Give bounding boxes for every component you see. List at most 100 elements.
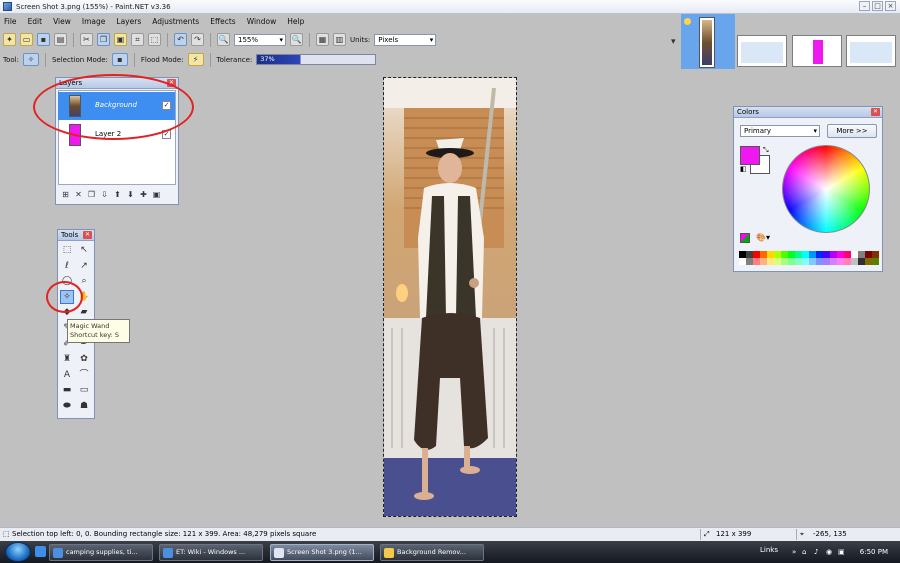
palette-swatch[interactable] — [851, 258, 858, 265]
palette-swatch[interactable] — [739, 258, 746, 265]
palette-swatch[interactable] — [795, 258, 802, 265]
palette-swatch[interactable] — [795, 251, 802, 258]
deselect-icon[interactable]: ⬚ — [148, 33, 161, 46]
palette-swatch[interactable] — [872, 251, 879, 258]
palette-swatch[interactable] — [753, 251, 760, 258]
gradient-icon[interactable]: ▰ — [77, 305, 91, 319]
rectangle-select-icon[interactable]: ⬚ — [60, 243, 74, 257]
menu-layers[interactable]: Layers — [116, 17, 141, 26]
tools-panel-close-icon[interactable]: ✕ — [83, 231, 92, 239]
rulers-icon[interactable]: ▥ — [333, 33, 346, 46]
palette-swatch[interactable] — [753, 258, 760, 265]
palette-swatch[interactable] — [809, 258, 816, 265]
pin-icon[interactable]: ▾ — [671, 37, 676, 47]
palette-swatch[interactable] — [767, 258, 774, 265]
palette-swatch[interactable] — [774, 258, 781, 265]
palette-swatch[interactable] — [788, 251, 795, 258]
palette-swatch[interactable] — [865, 258, 872, 265]
more-colors-button[interactable]: More >> — [827, 124, 877, 138]
flood-mode-icon[interactable]: ⚡ — [187, 53, 204, 66]
menu-image[interactable]: Image — [82, 17, 106, 26]
duplicate-layer-icon[interactable]: ❐ — [87, 190, 96, 199]
add-layer-icon[interactable]: ⊞ — [61, 190, 70, 199]
text-tool-icon[interactable]: A — [60, 368, 74, 382]
menu-help[interactable]: Help — [287, 17, 304, 26]
maximize-button[interactable]: □ — [872, 1, 883, 11]
reset-colors-icon[interactable]: ◧ — [740, 165, 747, 173]
taskbar-item-background-removal[interactable]: Background Remov... — [380, 544, 484, 561]
network-icon[interactable]: ⌂ — [802, 544, 806, 560]
merge-layer-icon[interactable]: ⇩ — [100, 190, 109, 199]
line-curve-icon[interactable]: ⌒ — [77, 368, 91, 382]
selection-mode-icon[interactable]: ▪ — [111, 53, 128, 66]
image-thumbnail-current[interactable] — [699, 17, 715, 68]
move-selected-icon[interactable]: ↖ — [77, 243, 91, 257]
palette-swatch[interactable] — [851, 251, 858, 258]
show-desktop-icon[interactable] — [35, 546, 46, 557]
menu-window[interactable]: Window — [247, 17, 277, 26]
magic-wand-tool-icon[interactable]: ✧ — [22, 53, 39, 66]
color-mode-combo[interactable]: Primary — [740, 125, 820, 137]
tray-app-icon[interactable]: ◉ — [826, 544, 832, 560]
minimize-button[interactable]: – — [859, 1, 870, 11]
delete-layer-icon[interactable]: ✕ — [74, 190, 83, 199]
volume-icon[interactable]: ♪ — [814, 544, 818, 560]
zoom-tool-icon[interactable]: ⌕ — [77, 274, 91, 288]
palette-swatch[interactable] — [858, 251, 865, 258]
freeform-shape-icon[interactable]: ☗ — [77, 399, 91, 413]
start-button[interactable] — [5, 542, 31, 562]
palette-swatch[interactable] — [760, 258, 767, 265]
palette-swatch[interactable] — [837, 258, 844, 265]
crop-icon[interactable]: ⌗ — [131, 33, 144, 46]
units-combo[interactable]: Pixels — [374, 33, 437, 46]
palette-swatch[interactable] — [837, 251, 844, 258]
undo-icon[interactable]: ↶ — [174, 33, 187, 46]
palette-icon[interactable] — [740, 233, 750, 243]
tray-app-icon-2[interactable]: ▣ — [838, 544, 845, 560]
move-layer-down-icon[interactable]: ⬇ — [126, 190, 135, 199]
color-palette[interactable] — [739, 251, 879, 265]
close-button[interactable]: × — [885, 1, 896, 11]
palette-swatch[interactable] — [802, 258, 809, 265]
save-icon[interactable]: ▪ — [37, 33, 50, 46]
palette-swatch[interactable] — [823, 258, 830, 265]
cut-icon[interactable]: ✂ — [80, 33, 93, 46]
clock[interactable]: 6:50 PM — [860, 544, 888, 560]
palette-swatch[interactable] — [788, 258, 795, 265]
clone-stamp-icon[interactable]: ♜ — [60, 352, 74, 366]
menu-edit[interactable]: Edit — [28, 17, 43, 26]
taskbar-item-et-wiki[interactable]: ET: Wiki - Windows ... — [159, 544, 263, 561]
palette-swatch[interactable] — [844, 251, 851, 258]
primary-color-swatch[interactable] — [740, 146, 760, 165]
palette-swatch[interactable] — [774, 251, 781, 258]
palette-swatch[interactable] — [739, 251, 746, 258]
palette-swatch[interactable] — [781, 258, 788, 265]
copy-icon[interactable]: ❐ — [97, 33, 110, 46]
menu-effects[interactable]: Effects — [210, 17, 236, 26]
image-canvas[interactable] — [383, 77, 517, 517]
new-file-icon[interactable]: ✦ — [3, 33, 16, 46]
zoom-in-icon[interactable]: 🔍 — [290, 33, 303, 46]
color-wheel[interactable] — [782, 145, 870, 233]
ellipse-shape-icon[interactable]: ⬬ — [60, 399, 74, 413]
palette-swatch[interactable] — [830, 251, 837, 258]
tolerance-slider[interactable]: 37% — [256, 54, 377, 65]
menu-adjustments[interactable]: Adjustments — [152, 17, 199, 26]
lasso-select-icon[interactable]: ℓ — [60, 259, 74, 273]
palette-swatch[interactable] — [809, 251, 816, 258]
colors-panel-close-icon[interactable]: ✕ — [871, 108, 880, 116]
palette-swatch[interactable] — [802, 251, 809, 258]
rounded-rect-shape-icon[interactable]: ▭ — [77, 383, 91, 397]
layer-properties-icon[interactable]: ✚ — [139, 190, 148, 199]
palette-swatch[interactable] — [760, 251, 767, 258]
zoom-out-icon[interactable]: 🔍 — [217, 33, 230, 46]
palette-swatch[interactable] — [816, 251, 823, 258]
image-thumbnail-3[interactable] — [792, 35, 842, 67]
palette-swatch[interactable] — [767, 251, 774, 258]
rectangle-shape-icon[interactable]: ▬ — [60, 383, 74, 397]
layer-options-icon[interactable]: ▣ — [152, 190, 161, 199]
image-thumbnail-2[interactable] — [737, 35, 787, 67]
zoom-combo[interactable]: 155% — [234, 33, 286, 46]
move-layer-up-icon[interactable]: ⬆ — [113, 190, 122, 199]
palette-swatch[interactable] — [816, 258, 823, 265]
